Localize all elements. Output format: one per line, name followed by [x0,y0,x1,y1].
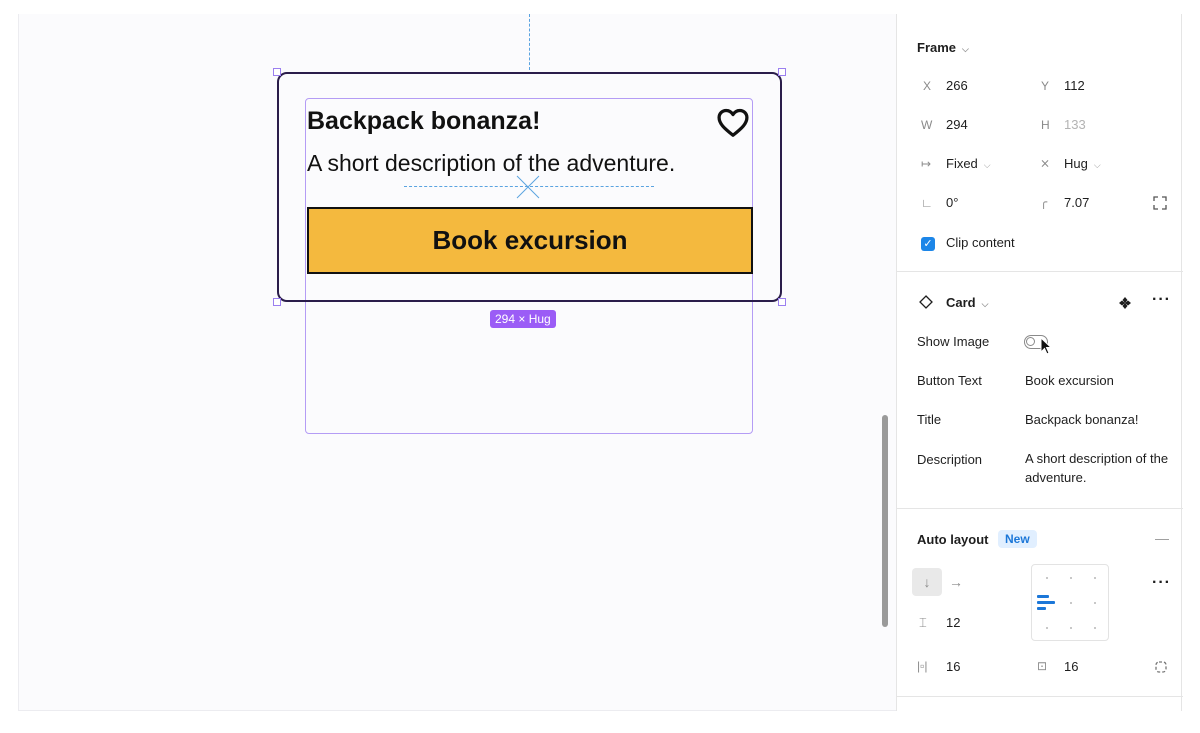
component-name-dropdown[interactable]: Card ⌵ [946,295,988,310]
align-dot[interactable] [1070,602,1072,604]
resize-handle-bottom-left[interactable] [273,298,281,306]
w-field[interactable]: 294 [946,117,968,132]
y-label: Y [1041,79,1050,93]
card-title[interactable]: Backpack bonanza! [307,107,540,136]
x-field[interactable]: 266 [946,78,968,93]
button-text-value[interactable]: Book excursion [1025,371,1175,390]
height-mode-value: Hug [1064,156,1088,171]
rotation-icon: ∟ [921,196,933,210]
vertical-padding-icon: ⊡ [1037,659,1048,673]
go-to-main-component-icon[interactable] [1119,297,1131,309]
chevron-down-icon: ⌵ [983,160,991,170]
frame-section: Frame ⌵ X 266 Y 112 W 294 H 133 ↦ Fixed ⌵ … [897,14,1183,272]
align-dot[interactable] [1070,577,1072,579]
mouse-cursor-icon [1040,337,1053,355]
properties-panel: Frame ⌵ X 266 Y 112 W 294 H 133 ↦ Fixed ⌵ … [896,14,1183,711]
h-label: H [1041,118,1050,132]
corner-radius-icon: ╭ [1040,195,1048,209]
new-badge: New [998,530,1037,548]
canvas-scrollbar[interactable] [882,415,888,627]
rotation-field[interactable]: 0° [946,195,958,210]
horizontal-padding-icon: |▫| [917,659,928,673]
title-prop-value[interactable]: Backpack bonanza! [1025,410,1175,429]
align-dot[interactable] [1094,602,1096,604]
design-canvas[interactable]: Backpack bonanza! A short description of… [18,14,896,711]
w-label: W [921,118,933,132]
card-component[interactable]: Backpack bonanza! A short description of… [273,68,786,306]
button-text-label: Button Text [917,373,982,388]
center-crosshair-icon [516,175,540,199]
x-label: X [923,79,932,93]
individual-padding-icon[interactable] [1154,660,1168,674]
gap-field[interactable]: 12 [946,615,960,630]
book-excursion-button[interactable]: Book excursion [307,207,753,274]
auto-layout-more-icon[interactable]: ··· [1152,574,1171,592]
vertical-padding-field[interactable]: 16 [1064,659,1078,674]
align-indicator-bar [1037,607,1046,610]
horizontal-padding-field[interactable]: 16 [946,659,960,674]
vertical-guide-line [529,14,530,70]
auto-layout-title: Auto layout [917,532,989,547]
clip-content-checkbox[interactable]: ✓ [921,237,935,251]
resize-handle-top-left[interactable] [273,68,281,76]
align-indicator-bar [1037,601,1055,604]
resize-handle-bottom-right[interactable] [778,298,786,306]
title-prop-label: Title [917,412,942,427]
vertical-resize-icon: ⨯ [1040,156,1051,170]
horizontal-direction-button[interactable]: → [949,574,963,590]
description-prop-label: Description [917,452,983,467]
height-mode-dropdown[interactable]: Hug ⌵ [1064,156,1101,171]
independent-corners-icon[interactable] [1153,196,1167,210]
component-more-icon[interactable]: ··· [1152,291,1171,309]
vertical-direction-button[interactable]: ↓ [912,568,942,596]
component-instance-icon [919,295,933,309]
chevron-down-icon: ⌵ [962,44,969,54]
remove-auto-layout-icon[interactable]: — [1155,530,1169,546]
gap-icon: ⌶ [919,615,927,630]
align-dot[interactable] [1046,627,1048,629]
y-field[interactable]: 112 [1064,78,1085,93]
chevron-down-icon: ⌵ [981,299,989,309]
h-field[interactable]: 133 [1064,117,1086,132]
align-dot[interactable] [1094,577,1096,579]
component-title: Card [946,295,976,310]
resize-handle-top-right[interactable] [778,68,786,76]
toggle-knob [1026,337,1035,346]
corner-radius-field[interactable]: 7.07 [1064,195,1089,210]
frame-title: Frame [917,40,957,55]
alignment-grid[interactable] [1031,564,1109,641]
align-dot[interactable] [1046,577,1048,579]
align-dot[interactable] [1094,627,1096,629]
frame-section-header[interactable]: Frame ⌵ [917,40,969,55]
description-prop-value[interactable]: A short description of the adventure. [1025,449,1175,487]
size-label: 294 × Hug [490,310,556,328]
width-mode-value: Fixed [946,156,978,171]
heart-icon[interactable] [716,108,750,138]
chevron-down-icon: ⌵ [1093,160,1101,170]
clip-content-label: Clip content [946,235,1015,250]
card-description[interactable]: A short description of the adventure. [307,150,675,177]
show-image-label: Show Image [917,334,990,349]
align-dot[interactable] [1070,627,1072,629]
align-indicator-bar [1037,595,1049,598]
width-mode-dropdown[interactable]: Fixed ⌵ [946,156,991,171]
horizontal-resize-icon: ↦ [921,157,932,171]
